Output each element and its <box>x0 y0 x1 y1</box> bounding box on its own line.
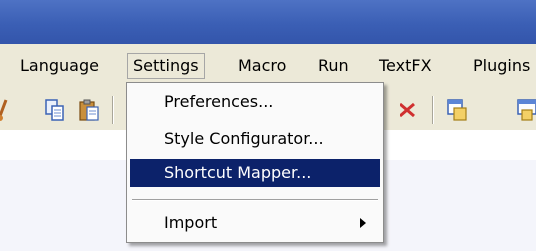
menu-macro[interactable]: Macro <box>233 53 291 79</box>
cut-icon[interactable] <box>0 98 18 122</box>
toolbar-separator <box>112 96 114 124</box>
menu-language[interactable]: Language <box>15 53 104 79</box>
lock-icon[interactable] <box>516 98 536 122</box>
menu-item-shortcut-mapper[interactable]: Shortcut Mapper... <box>130 159 380 187</box>
window-title-bar <box>0 0 536 44</box>
close-icon[interactable] <box>400 98 422 122</box>
menu-separator <box>132 199 378 201</box>
menu-item-import-label: Import <box>164 213 218 232</box>
menu-item-import[interactable]: Import <box>130 209 380 237</box>
menu-run[interactable]: Run <box>313 53 354 79</box>
settings-dropdown-menu: Preferences... Style Configurator... Sho… <box>126 82 384 243</box>
menu-settings[interactable]: Settings <box>127 53 205 79</box>
submenu-arrow-icon <box>360 218 366 228</box>
toolbar-separator <box>432 96 434 124</box>
paste-icon[interactable] <box>78 98 100 122</box>
menu-item-preferences[interactable]: Preferences... <box>130 88 380 116</box>
copy-icon[interactable] <box>44 98 66 122</box>
menu-textfx[interactable]: TextFX <box>374 53 437 79</box>
menu-plugins[interactable]: Plugins <box>468 53 535 79</box>
menu-item-style-configurator[interactable]: Style Configurator... <box>130 125 380 153</box>
sync-icon[interactable] <box>446 98 468 122</box>
